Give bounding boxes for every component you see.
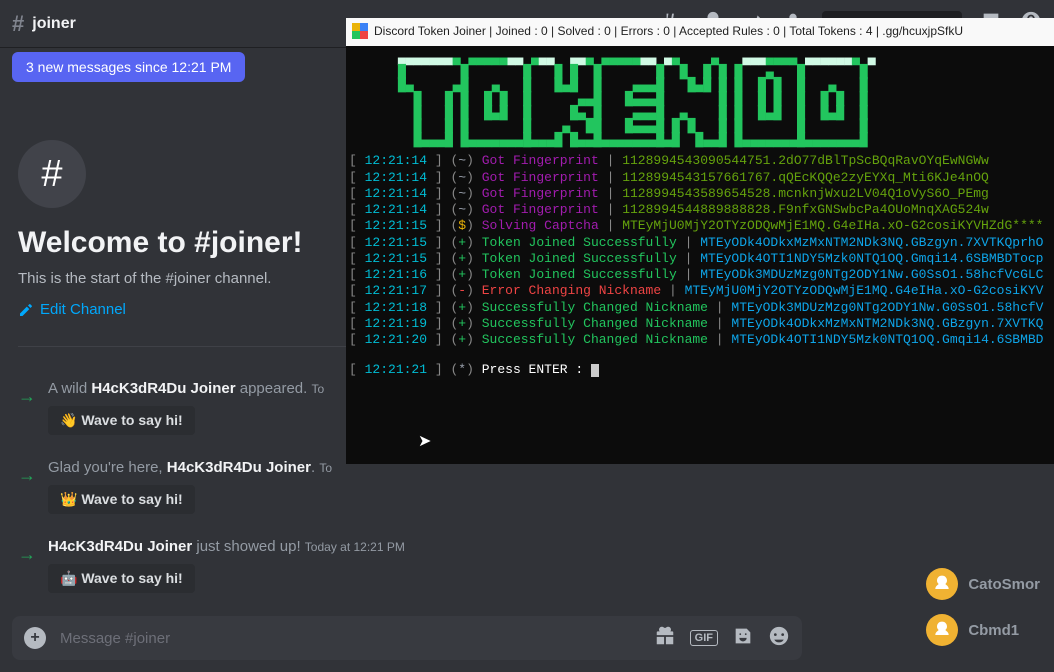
message-input[interactable]: Message #joiner	[60, 630, 640, 647]
avatar	[926, 568, 958, 600]
join-row: → Glad you're here, H4cK3dR4Du Joiner. T…	[18, 459, 814, 514]
attach-button[interactable]: +	[24, 627, 46, 649]
join-message: H4cK3dR4Du Joiner just showed up! Today …	[48, 538, 405, 555]
member-item[interactable]: Cbmd1	[926, 614, 1040, 646]
member-name: CatoSmor	[968, 576, 1040, 593]
wave-button[interactable]: 🤖 Wave to say hi!	[48, 564, 195, 593]
channel-hash-circle: #	[18, 140, 86, 208]
join-message: Glad you're here, H4cK3dR4Du Joiner. To	[48, 459, 332, 476]
gif-button[interactable]: GIF	[690, 630, 718, 646]
join-row: → H4cK3dR4Du Joiner just showed up! Toda…	[18, 538, 814, 593]
edit-channel-label: Edit Channel	[40, 301, 126, 318]
member-item[interactable]: CatoSmor	[926, 568, 1040, 600]
terminal-window: ▄▄▄▄▄▄▄▄ ▄▄▄▄▄▄▄ ▄▄▄ ▄▄▄ ▄▄▄▄▄▄▄ ▄▄ ▄ ▄▄…	[346, 44, 1054, 464]
join-message: A wild H4cK3dR4Du Joiner appeared. To	[48, 380, 324, 397]
join-arrow-icon: →	[18, 386, 36, 407]
terminal-log: [ 12:21:14 ] (~) Got Fingerprint | 11289…	[346, 153, 1054, 378]
avatar	[926, 614, 958, 646]
join-arrow-icon: →	[18, 544, 36, 565]
pencil-icon	[18, 302, 34, 318]
join-arrow-icon: →	[18, 465, 36, 486]
sticker-icon[interactable]	[732, 625, 754, 652]
member-name: Cbmd1	[968, 622, 1019, 639]
channel-hash-icon: #	[12, 11, 24, 37]
emoji-icon[interactable]	[768, 625, 790, 652]
wave-button[interactable]: 👑 Wave to say hi!	[48, 485, 195, 514]
gift-icon[interactable]	[654, 625, 676, 652]
ascii-banner: ▄▄▄▄▄▄▄▄ ▄▄▄▄▄▄▄ ▄▄▄ ▄▄▄ ▄▄▄▄▄▄▄ ▄▄ ▄ ▄▄…	[346, 46, 1054, 153]
terminal-title: Discord Token Joiner | Joined : 0 | Solv…	[346, 18, 1054, 44]
wave-button[interactable]: 👋 Wave to say hi!	[48, 406, 195, 435]
new-messages-pill[interactable]: 3 new messages since 12:21 PM	[12, 52, 245, 82]
